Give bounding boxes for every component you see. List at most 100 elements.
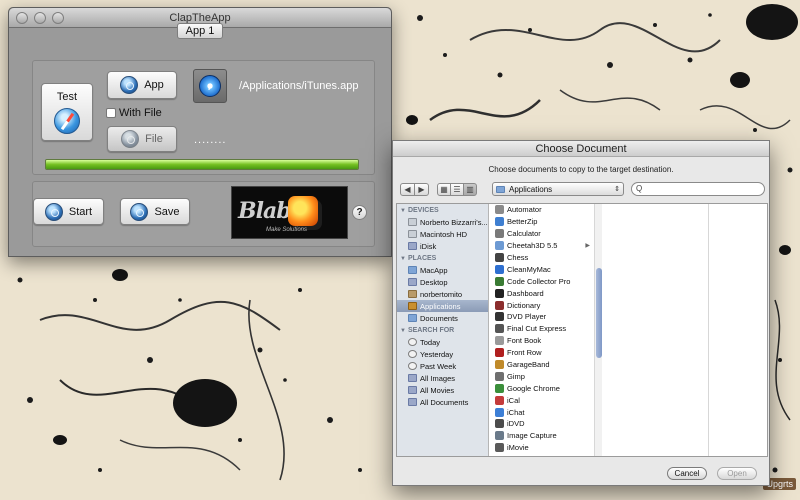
choose-document-titlebar[interactable]: Choose Document bbox=[393, 141, 769, 157]
list-item-label: CleanMyMac bbox=[507, 264, 551, 274]
list-item-label: DVD Player bbox=[507, 312, 547, 322]
sidebar-item-yesterday[interactable]: Yesterday bbox=[397, 348, 488, 360]
blab-logo: Blab Make Solutions bbox=[231, 186, 348, 239]
list-item-label: Code Collector Pro bbox=[507, 276, 571, 286]
sidebar-item-today[interactable]: Today bbox=[397, 336, 488, 348]
choose-document-dialog: Choose Document Choose documents to copy… bbox=[392, 140, 770, 486]
icon-view-button[interactable]: ▦ bbox=[437, 183, 451, 196]
disclosure-triangle-icon[interactable]: ▼ bbox=[400, 328, 406, 334]
list-item[interactable]: Automator bbox=[489, 204, 594, 216]
sidebar-item-idisk[interactable]: iDisk bbox=[397, 240, 488, 252]
desktop-icon bbox=[408, 278, 417, 286]
list-item-label: Dashboard bbox=[507, 288, 544, 298]
open-button[interactable]: Open bbox=[717, 467, 757, 480]
sidebar-item-desktop[interactable]: Desktop bbox=[397, 276, 488, 288]
sidebar-item-documents[interactable]: Documents bbox=[397, 312, 488, 324]
list-item[interactable]: Dictionary bbox=[489, 299, 594, 311]
smart-folder-icon bbox=[408, 374, 417, 382]
list-item[interactable]: Chess bbox=[489, 252, 594, 264]
sidebar-item-all-movies[interactable]: All Movies bbox=[397, 384, 488, 396]
empty-column-2 bbox=[709, 204, 767, 456]
list-item[interactable]: Calculator bbox=[489, 228, 594, 240]
scrollbar-thumb[interactable] bbox=[596, 268, 602, 358]
list-item[interactable]: Front Row bbox=[489, 347, 594, 359]
sidebar-item-home[interactable]: norbertomito bbox=[397, 288, 488, 300]
zoom-window-button[interactable] bbox=[52, 12, 64, 24]
with-file-checkbox[interactable]: With File bbox=[106, 107, 162, 119]
blab-logo-subtext: Make Solutions bbox=[266, 227, 308, 233]
app-button-label: App bbox=[144, 79, 164, 91]
list-item[interactable]: BetterZip bbox=[489, 216, 594, 228]
blab-cube-icon bbox=[288, 196, 318, 226]
disclosure-triangle-icon[interactable]: ▼ bbox=[400, 256, 406, 262]
column-scrollbar[interactable] bbox=[594, 204, 602, 456]
list-view-button[interactable]: ☰ bbox=[450, 183, 464, 196]
application-icon bbox=[495, 383, 504, 393]
help-button[interactable]: ? bbox=[352, 205, 367, 220]
clock-icon bbox=[408, 350, 417, 358]
list-item[interactable]: iDVD bbox=[489, 418, 594, 430]
file-orb-icon bbox=[121, 130, 140, 148]
sidebar-item-all-images[interactable]: All Images bbox=[397, 372, 488, 384]
list-item[interactable]: Dashboard bbox=[489, 287, 594, 299]
location-label: Applications bbox=[509, 184, 553, 194]
cancel-button[interactable]: Cancel bbox=[667, 467, 707, 480]
choose-app-button[interactable]: App bbox=[107, 71, 177, 99]
sidebar-item-past-week[interactable]: Past Week bbox=[397, 360, 488, 372]
disclosure-triangle-icon[interactable]: ▼ bbox=[400, 208, 406, 214]
folder-icon bbox=[408, 266, 417, 274]
sidebar-item-applications[interactable]: Applications bbox=[397, 300, 488, 312]
search-input[interactable]: Q bbox=[631, 182, 765, 196]
tab-app-1[interactable]: App 1 bbox=[177, 23, 223, 39]
application-icon bbox=[495, 324, 504, 334]
list-item[interactable]: Final Cut Express bbox=[489, 323, 594, 335]
start-orb-icon bbox=[44, 202, 63, 221]
sidebar-item-macintosh-hd[interactable]: Macintosh HD bbox=[397, 228, 488, 240]
close-window-button[interactable] bbox=[16, 12, 28, 24]
list-item[interactable]: Code Collector Pro bbox=[489, 275, 594, 287]
back-button[interactable]: ◀ bbox=[400, 183, 415, 196]
sidebar-item-macapp[interactable]: MacApp bbox=[397, 264, 488, 276]
sidebar: ▼ DEVICES Norberto Bizzarri's... Macintos… bbox=[397, 204, 489, 456]
list-item[interactable]: CleanMyMac bbox=[489, 263, 594, 275]
list-item-label: Font Book bbox=[507, 336, 542, 346]
sidebar-item-all-documents[interactable]: All Documents bbox=[397, 396, 488, 408]
application-icon bbox=[495, 205, 504, 215]
icon-view-icon: ▦ bbox=[440, 185, 448, 194]
blab-logo-text: Blab bbox=[238, 198, 292, 224]
start-button[interactable]: Start bbox=[33, 198, 104, 225]
list-item[interactable]: DVD Player bbox=[489, 311, 594, 323]
application-icon bbox=[495, 217, 504, 227]
location-popup[interactable]: Applications ⇕ bbox=[492, 182, 624, 196]
list-item-label: Automator bbox=[507, 205, 542, 215]
application-icon bbox=[495, 360, 504, 370]
list-item-label: BetterZip bbox=[507, 217, 538, 227]
save-button-label: Save bbox=[154, 205, 180, 218]
choose-file-button[interactable]: File bbox=[107, 126, 177, 152]
list-item[interactable]: iChat bbox=[489, 406, 594, 418]
list-item[interactable]: Google Chrome bbox=[489, 382, 594, 394]
list-item[interactable]: Cheetah3D 5.5 ▶ bbox=[489, 240, 594, 252]
column-view-button[interactable]: ▥ bbox=[463, 183, 477, 196]
clock-icon bbox=[408, 362, 417, 370]
list-item[interactable]: Gimp bbox=[489, 370, 594, 382]
sidebar-item-computer[interactable]: Norberto Bizzarri's... bbox=[397, 216, 488, 228]
list-item[interactable]: iMovie bbox=[489, 442, 594, 454]
list-item[interactable]: iCal bbox=[489, 394, 594, 406]
forward-button[interactable]: ▶ bbox=[414, 183, 429, 196]
list-item-label: Google Chrome bbox=[507, 383, 560, 393]
list-item-label: iDVD bbox=[507, 419, 525, 429]
with-file-checkbox-box[interactable] bbox=[106, 108, 116, 118]
application-icon bbox=[495, 419, 504, 429]
start-button-label: Start bbox=[68, 205, 93, 218]
back-arrow-icon: ◀ bbox=[404, 185, 411, 194]
empty-column bbox=[603, 204, 709, 456]
application-icon bbox=[495, 407, 504, 417]
list-item[interactable]: Font Book bbox=[489, 335, 594, 347]
list-item[interactable]: GarageBand bbox=[489, 359, 594, 371]
test-button[interactable]: Test bbox=[41, 83, 93, 141]
save-button[interactable]: Save bbox=[120, 198, 190, 225]
list-item[interactable]: Image Capture bbox=[489, 430, 594, 442]
application-icon bbox=[495, 229, 504, 239]
minimize-window-button[interactable] bbox=[34, 12, 46, 24]
